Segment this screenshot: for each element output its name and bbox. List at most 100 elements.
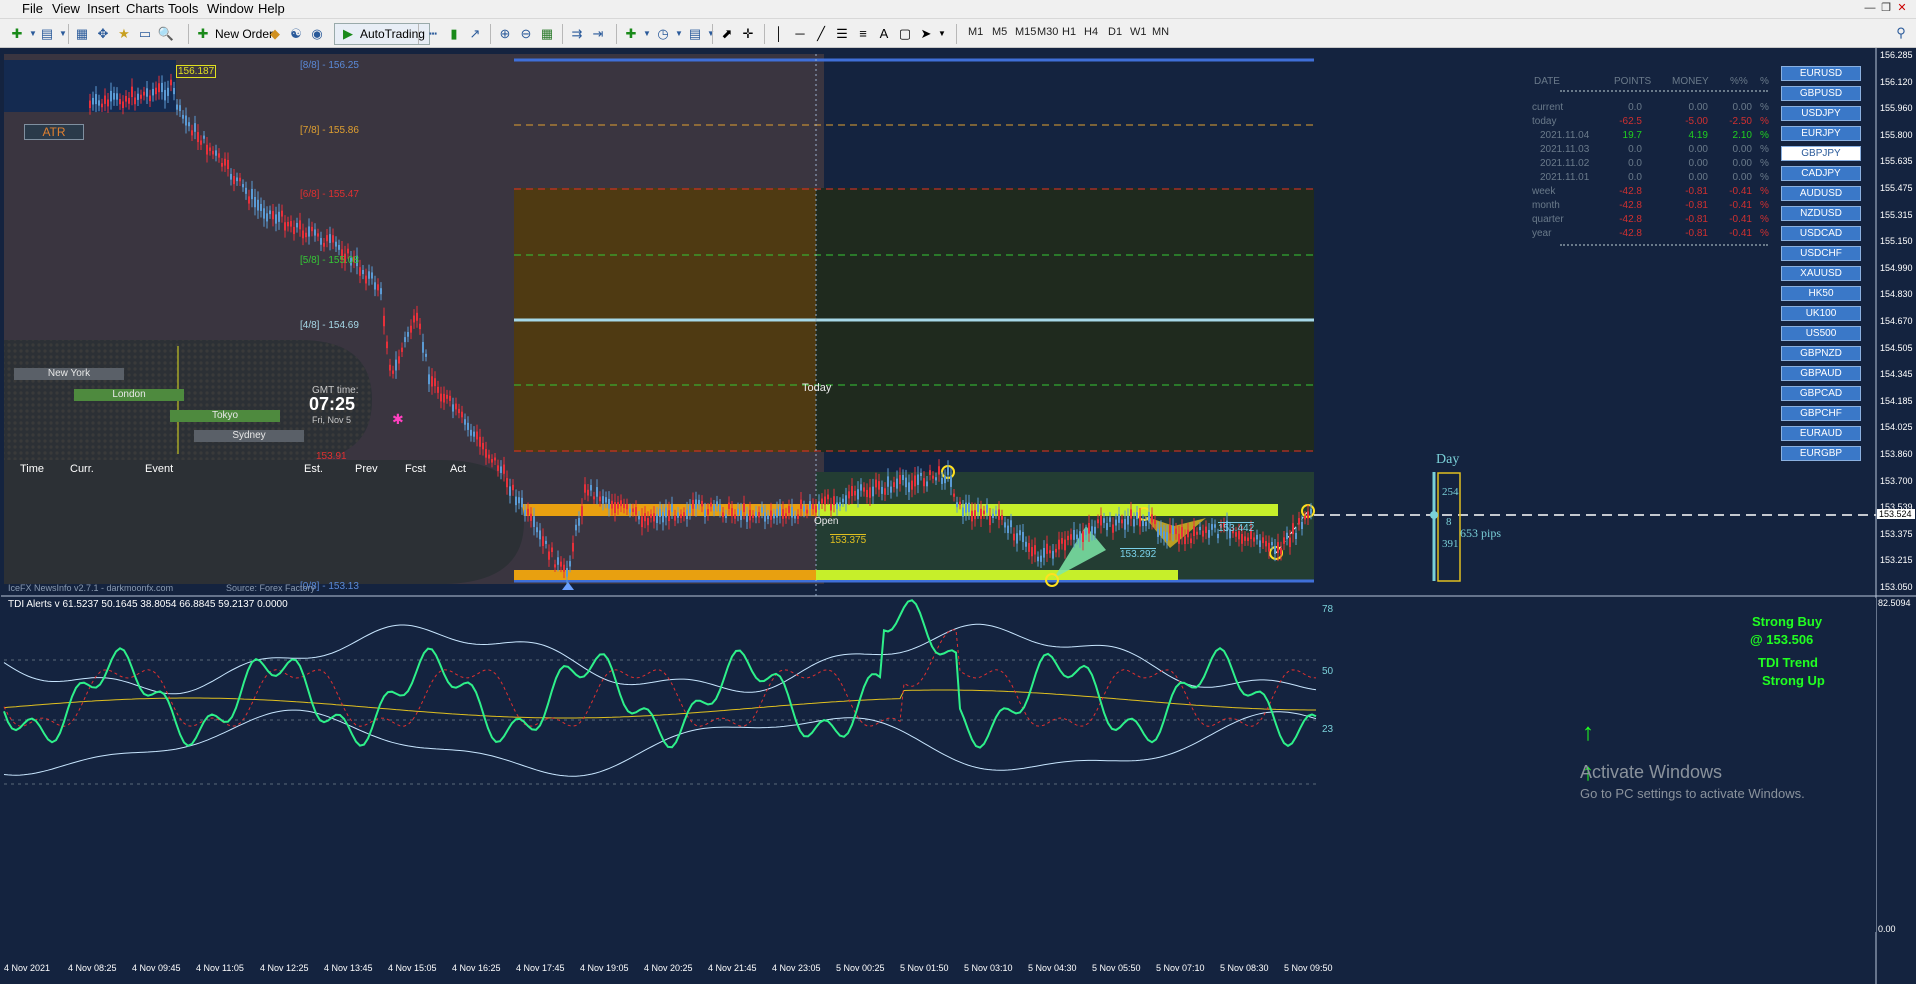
terminal-icon[interactable]: ▭ xyxy=(136,25,154,43)
tile-windows-icon[interactable]: ▦ xyxy=(538,25,556,43)
symbol-button-gbpusd[interactable]: GBPUSD xyxy=(1781,86,1861,101)
trendline-icon[interactable]: ╱ xyxy=(812,25,830,43)
arrows-icon[interactable]: ➤ xyxy=(917,25,935,43)
candlestick-icon[interactable]: ▮ xyxy=(445,25,463,43)
vertical-line-icon[interactable]: │ xyxy=(770,25,788,43)
symbol-button-audusd[interactable]: AUDUSD xyxy=(1781,186,1861,201)
timeframe-m5[interactable]: M5 xyxy=(992,26,1007,38)
symbol-button-eurgbp[interactable]: EURGBP xyxy=(1781,446,1861,461)
market-watch-icon[interactable]: ▦ xyxy=(73,25,91,43)
zoom-out-icon[interactable]: ⊖ xyxy=(517,25,535,43)
dropdown-icon[interactable]: ▼ xyxy=(938,25,946,43)
symbol-button-eurjpy[interactable]: EURJPY xyxy=(1781,126,1861,141)
candle-body xyxy=(500,466,502,473)
candle-body xyxy=(974,510,976,520)
candle-body xyxy=(821,498,823,504)
symbol-button-gbpaud[interactable]: GBPAUD xyxy=(1781,366,1861,381)
dropdown-icon[interactable]: ▼ xyxy=(707,25,715,43)
text-label-icon[interactable]: ▢ xyxy=(896,25,914,43)
navigator-icon[interactable]: ★ xyxy=(115,25,133,43)
signals-icon[interactable]: ☯ xyxy=(287,25,305,43)
auto-scroll-icon[interactable]: ⇉ xyxy=(568,25,586,43)
candle-body xyxy=(1193,526,1195,537)
channel-icon[interactable]: ☰ xyxy=(833,25,851,43)
symbol-button-usdcad[interactable]: USDCAD xyxy=(1781,226,1861,241)
menu-insert[interactable]: Insert xyxy=(87,1,120,16)
horizontal-line-icon[interactable]: ─ xyxy=(791,25,809,43)
timeframe-h1[interactable]: H1 xyxy=(1062,26,1076,38)
search-icon[interactable]: ⚲ xyxy=(1892,24,1910,42)
line-chart-icon[interactable]: ↗ xyxy=(466,25,484,43)
candle-body xyxy=(1205,526,1207,533)
timeframe-m15[interactable]: M15 xyxy=(1015,26,1036,38)
candle-body xyxy=(848,491,850,499)
dropdown-icon[interactable]: ▼ xyxy=(675,25,683,43)
autotrading-button[interactable]: ▶ AutoTrading xyxy=(334,23,430,45)
candle-body xyxy=(788,506,790,514)
templates-icon[interactable]: ▤ xyxy=(686,25,704,43)
chart-shift-icon[interactable]: ⇥ xyxy=(589,25,607,43)
stats-row-percent: -2.50 xyxy=(1729,116,1752,127)
fibonacci-icon[interactable]: ≡ xyxy=(854,25,872,43)
menu-window[interactable]: Window xyxy=(207,1,253,16)
timeframe-m1[interactable]: M1 xyxy=(968,26,983,38)
symbol-button-gbpcad[interactable]: GBPCAD xyxy=(1781,386,1861,401)
dropdown-icon[interactable]: ▼ xyxy=(643,25,651,43)
symbol-button-uk100[interactable]: UK100 xyxy=(1781,306,1861,321)
candle-body xyxy=(833,496,835,505)
menu-charts[interactable]: Charts xyxy=(126,1,164,16)
indicators-icon[interactable]: ✚ xyxy=(622,25,640,43)
timeframe-mn[interactable]: MN xyxy=(1152,26,1169,38)
symbol-button-gbpnzd[interactable]: GBPNZD xyxy=(1781,346,1861,361)
data-window-icon[interactable]: ✥ xyxy=(94,25,112,43)
timeframe-m30[interactable]: M30 xyxy=(1037,26,1058,38)
symbol-button-eurusd[interactable]: EURUSD xyxy=(1781,66,1861,81)
restore-icon[interactable]: ❐ xyxy=(1878,1,1894,14)
timeframe-w1[interactable]: W1 xyxy=(1130,26,1147,38)
menu-tools[interactable]: Tools xyxy=(168,1,198,16)
symbol-button-usdjpy[interactable]: USDJPY xyxy=(1781,106,1861,121)
candle-body xyxy=(827,494,829,500)
menu-bar: File View Insert Charts Tools Window Hel… xyxy=(0,0,1916,17)
time-tick: 4 Nov 20:25 xyxy=(644,963,693,973)
menu-file[interactable]: File xyxy=(22,1,43,16)
close-icon[interactable]: ✕ xyxy=(1894,1,1910,14)
zoom-in-icon[interactable]: ⊕ xyxy=(496,25,514,43)
cursor-icon[interactable]: ⬈ xyxy=(718,25,736,43)
symbol-button-cadjpy[interactable]: CADJPY xyxy=(1781,166,1861,181)
menu-view[interactable]: View xyxy=(52,1,80,16)
menu-help[interactable]: Help xyxy=(258,1,285,16)
symbol-button-xauusd[interactable]: XAUUSD xyxy=(1781,266,1861,281)
crosshair-icon[interactable]: ✛ xyxy=(739,25,757,43)
metaeditor-icon[interactable]: ◆ xyxy=(266,25,284,43)
market-icon[interactable]: ◉ xyxy=(308,25,326,43)
bar-chart-icon[interactable]: ┅ xyxy=(424,25,442,43)
symbol-button-hk50[interactable]: HK50 xyxy=(1781,286,1861,301)
timeframe-h4[interactable]: H4 xyxy=(1084,26,1098,38)
text-icon[interactable]: A xyxy=(875,25,893,43)
periods-icon[interactable]: ◷ xyxy=(654,25,672,43)
candle-body xyxy=(107,99,109,107)
minimize-icon[interactable]: — xyxy=(1862,2,1878,14)
symbol-button-gbpjpy[interactable]: GBPJPY xyxy=(1781,146,1861,161)
profiles-icon[interactable]: ▤ xyxy=(38,25,56,43)
symbol-button-nzdusd[interactable]: NZDUSD xyxy=(1781,206,1861,221)
time-tick: 4 Nov 17:45 xyxy=(516,963,565,973)
chart-window[interactable]: ✱ ↑ ↑ 156.285 156.120 155.960 155.800 155.63… xyxy=(0,48,1916,984)
symbol-button-gbpchf[interactable]: GBPCHF xyxy=(1781,406,1861,421)
new-chart-icon[interactable]: ✚ xyxy=(8,25,26,43)
symbol-button-euraud[interactable]: EURAUD xyxy=(1781,426,1861,441)
tester-icon[interactable]: 🔍 xyxy=(157,25,175,43)
candle-body xyxy=(389,364,391,371)
timeframe-d1[interactable]: D1 xyxy=(1108,26,1122,38)
symbol-button-us500[interactable]: US500 xyxy=(1781,326,1861,341)
dropdown-icon[interactable]: ▼ xyxy=(59,25,67,43)
new-order-button[interactable]: ✚ New Order xyxy=(194,23,273,45)
murrey-6-8-label: [6/8] - 155.47 xyxy=(300,189,359,200)
dropdown-icon[interactable]: ▼ xyxy=(29,25,37,43)
atr-button[interactable]: ATR xyxy=(24,124,84,140)
candle-body xyxy=(242,184,244,188)
candle-body xyxy=(1004,522,1006,528)
symbol-button-usdchf[interactable]: USDCHF xyxy=(1781,246,1861,261)
candle-body xyxy=(167,87,169,96)
